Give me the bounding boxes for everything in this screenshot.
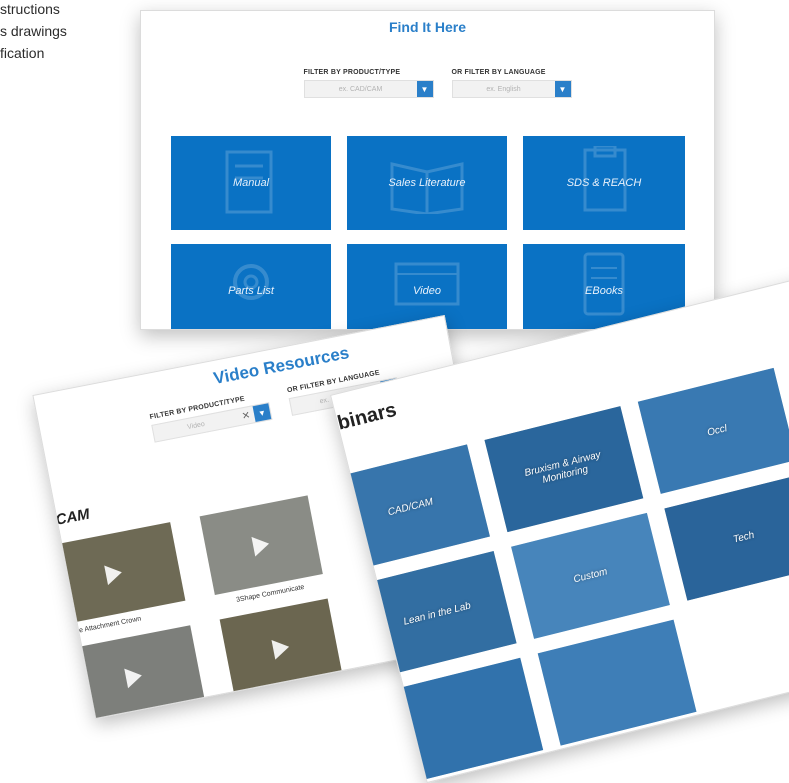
tile-sds-reach[interactable]: SDS & REACH: [523, 136, 685, 230]
chevron-down-icon[interactable]: ▼: [554, 81, 571, 97]
panel-title: Webinars: [330, 398, 399, 442]
tile-label: Sales Literature: [388, 177, 466, 189]
tile-label: Video: [413, 285, 441, 297]
side-text-line-3: fication: [0, 45, 45, 61]
play-icon: [104, 562, 124, 586]
language-filter-label: OR FILTER BY LANGUAGE: [451, 69, 546, 76]
webinar-tile[interactable]: [537, 619, 697, 746]
product-select-value: ex. CAD/CAM: [338, 85, 383, 93]
video-thumbnail[interactable]: [219, 598, 343, 699]
play-icon: [124, 665, 144, 689]
webinar-tile[interactable]: [384, 657, 544, 783]
tile-label: EBooks: [585, 285, 623, 297]
language-filter: OR FILTER BY LANGUAGE ex. English ▼: [451, 69, 572, 98]
video-icon: [394, 262, 460, 306]
language-select-value: ex. English: [486, 85, 521, 93]
tile-parts-list[interactable]: Parts List: [171, 244, 331, 329]
product-filter: FILTER BY PRODUCT/TYPE Video ✕ ▼: [149, 391, 273, 443]
webinar-tile-occl[interactable]: Occl: [637, 367, 789, 494]
play-icon: [271, 636, 292, 660]
tile-sales-literature[interactable]: Sales Literature: [347, 136, 507, 230]
video-thumbnail[interactable]: [62, 625, 206, 720]
tile-label: Parts List: [228, 285, 274, 297]
product-filter-label: FILTER BY PRODUCT/TYPE: [303, 69, 401, 76]
tile-shade: [537, 619, 697, 746]
side-text-line-1: structions: [0, 1, 60, 17]
play-icon: [251, 533, 271, 557]
tile-shade: [664, 474, 789, 601]
product-filter: FILTER BY PRODUCT/TYPE ex. CAD/CAM ▼: [303, 69, 434, 98]
tile-video[interactable]: Video: [347, 244, 507, 329]
tile-manual[interactable]: Manual: [171, 136, 331, 230]
parts-list-icon: [233, 264, 269, 300]
find-it-here-panel: Find It Here FILTER BY PRODUCT/TYPE ex. …: [140, 10, 715, 330]
filter-bar: FILTER BY PRODUCT/TYPE ex. CAD/CAM ▼ OR …: [141, 69, 714, 98]
video-thumbnail[interactable]: [199, 495, 323, 595]
product-select[interactable]: ex. CAD/CAM ▼: [303, 80, 434, 98]
tile-label: Manual: [232, 177, 270, 189]
chevron-down-icon[interactable]: ▼: [416, 81, 433, 97]
tile-label: SDS & REACH: [566, 177, 642, 189]
language-select[interactable]: ex. English ▼: [451, 80, 572, 98]
video-thumbnail[interactable]: [42, 522, 186, 626]
webinar-tile-tech[interactable]: Tech: [664, 474, 789, 601]
webinar-tile-custom[interactable]: Custom: [511, 512, 670, 639]
panel-title: Find It Here: [388, 19, 466, 35]
chevron-down-icon[interactable]: ▼: [252, 403, 272, 423]
tile-shade: [384, 657, 544, 783]
section-heading: /CAM: [50, 505, 92, 530]
close-icon[interactable]: ✕: [237, 409, 255, 423]
side-text-line-2: s drawings: [0, 23, 67, 39]
webinar-tile-bruxism[interactable]: Bruxism & Airway Monitoring: [484, 406, 644, 533]
